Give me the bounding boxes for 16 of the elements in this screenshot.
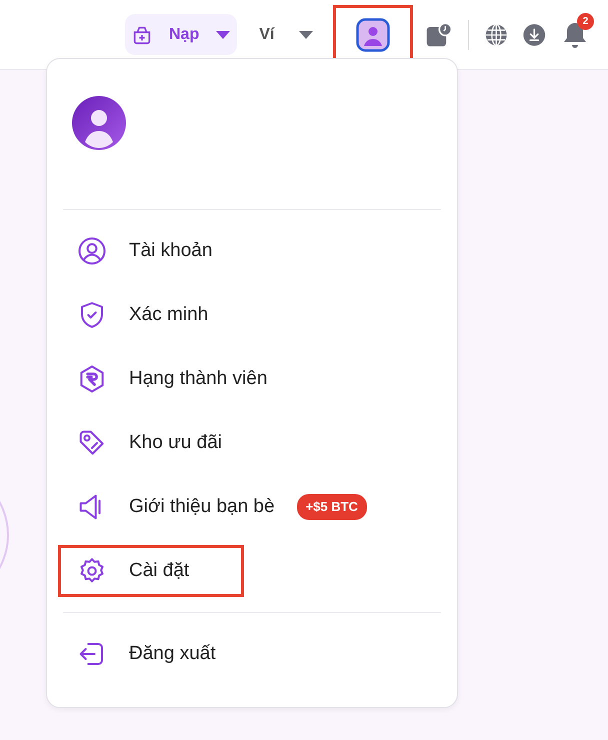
menu-item[interactable]: Kho ưu đãi xyxy=(61,420,238,466)
menu-item[interactable]: Hạng thành viên xyxy=(61,356,284,402)
caret-icon xyxy=(298,30,314,40)
avatar-icon xyxy=(356,18,390,52)
menu-item[interactable]: Tài khoản xyxy=(61,228,228,274)
notification-count: 2 xyxy=(577,12,594,30)
deposit-button[interactable]: Nạp xyxy=(125,14,238,55)
user-icon xyxy=(77,236,107,266)
menu-item[interactable]: Giới thiệu bạn bè +$5 BTC xyxy=(61,484,383,530)
menu-item[interactable]: Đăng xuất xyxy=(61,631,232,677)
wallet-button[interactable]: Ví xyxy=(253,22,320,48)
caret-icon xyxy=(215,30,232,40)
menu-item[interactable]: Cài đặt xyxy=(61,548,242,594)
avatar xyxy=(72,96,126,150)
menu-item[interactable]: Xác minh xyxy=(61,292,224,338)
promo-badge: +$5 BTC xyxy=(296,494,367,520)
